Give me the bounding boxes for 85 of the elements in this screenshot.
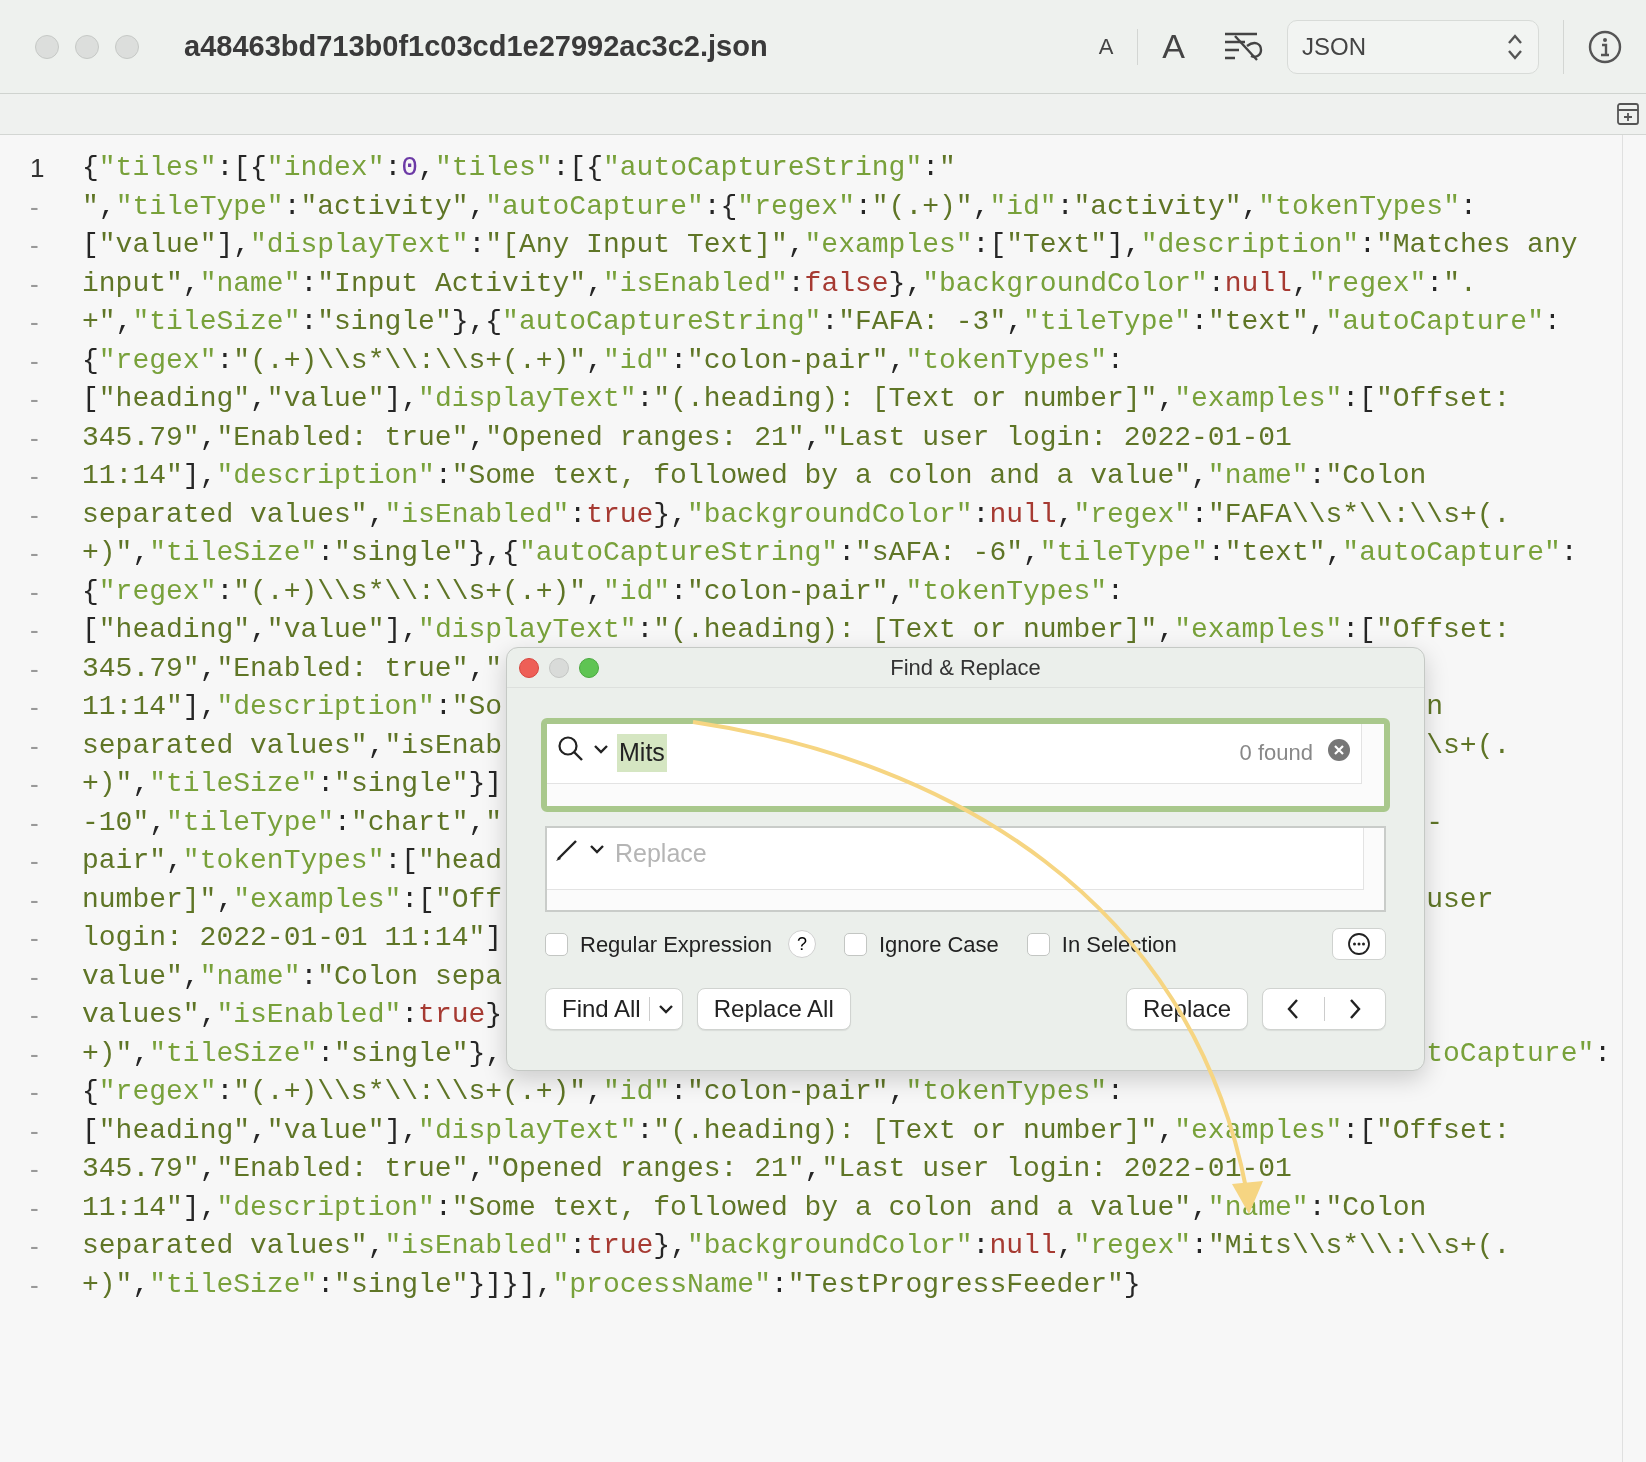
checkbox[interactable] [1026, 932, 1050, 956]
gutter-mark: - [29, 1076, 40, 1109]
code-line: ","tileType":"activity","autoCapture":{"regex":"(.+)","id":"activity","tokenTypes": [82, 190, 1477, 222]
code-line: pair","tokenTypes":["head [82, 845, 503, 876]
gutter-mark: - [29, 729, 40, 763]
code-line: +)","tileSize":"single"}, [82, 1036, 503, 1071]
gutter-mark: - [29, 460, 40, 493]
code-line: ["value"],"displayText":"[Any Input Text]","examples":["Text"],"description":"Matches any [82, 229, 1578, 260]
decrease-font-button[interactable]: A [1098, 30, 1114, 63]
gutter-mark: - [29, 1230, 40, 1263]
gutter-mark: - [29, 498, 40, 532]
checkbox-label[interactable]: Regular Expression [580, 927, 772, 961]
code-line: -10","tileType":"chart"," [82, 805, 503, 840]
code-line: ["heading","value"],"displayText":"(.heading): [Text or number]","examples":["Offset: [82, 614, 1511, 645]
code-line: separated values","isEnab [82, 728, 503, 763]
code-fragment: - [1426, 805, 1444, 840]
gutter-mark: - [29, 614, 40, 647]
code-line: 11:14"],"description":"So [82, 690, 503, 724]
dialog-title: Find & Replace [890, 654, 1041, 682]
code-line: {"regex":"(.+)\\s*\\:\\s+(.+)","id":"colon-pair","tokenTypes": [82, 1076, 1124, 1107]
window-title: a48463bd713b0f1c03cd1e27992ac3c2.json [184, 28, 768, 64]
code-line: +)","tileSize":"single"}]}],"processName":"TestProgressFeeder"} [82, 1268, 1141, 1300]
find-all-split-button[interactable]: Find All [545, 988, 683, 1030]
ellipsis-circle-icon[interactable] [1347, 932, 1371, 956]
gutter-mark: - [29, 845, 40, 878]
code-line: {"regex":"(.+)\\s*\\:\\s+(.+)","id":"colon-pair","tokenTypes": [82, 344, 1124, 376]
code-line: input","name":"Input Activity","isEnabled":false},"backgroundColor":null,"regex":". [82, 267, 1477, 299]
gutter-mark: - [29, 306, 40, 339]
code-line: login: 2022-01-01 11:14"] [82, 922, 503, 953]
gutter-mark: - [29, 691, 40, 724]
clear-icon[interactable] [1327, 738, 1351, 762]
gutter-mark: - [29, 1114, 40, 1148]
code-line: values","isEnabled":true} [82, 999, 503, 1030]
code-line: +","tileSize":"single"},{"autoCaptureString":"FAFA: -3","tileType":"text","autoCapture": [82, 306, 1561, 337]
gutter-mark: - [29, 768, 40, 801]
more-options-button[interactable] [1332, 928, 1386, 960]
gutter-mark: - [29, 1191, 40, 1225]
gutter-mark: - [29, 190, 40, 224]
gutter-mark: - [29, 229, 40, 262]
code-line: separated values","isEnabled":true},"backgroundColor":null,"regex":"FAFA\\s*\\:\\s+(. [82, 498, 1511, 530]
gutter-mark: - [29, 344, 40, 378]
replace-field[interactable]: Replace [547, 828, 1364, 890]
code-line: {"regex":"(.+)\\s*\\:\\s+(.+)","id":"colon-pair","tokenTypes": [82, 575, 1124, 607]
gutter-mark: - [29, 1268, 40, 1302]
dialog-button[interactable]: Replace All [696, 988, 851, 1030]
gutter-mark: - [29, 575, 40, 609]
code-fragment: toCapture": [1426, 1036, 1612, 1071]
match-count: 0 found [1239, 739, 1313, 767]
code-fragment: n [1426, 690, 1444, 724]
code-line: number]","examples":["Off [82, 882, 503, 917]
increase-font-button[interactable]: A [1162, 21, 1185, 72]
code-line: +)","tileSize":"single"},{"autoCaptureString":"sAFA: -6","tileType":"text","autoCapture": [82, 537, 1578, 568]
gutter-mark: - [29, 421, 40, 455]
gutter-mark: - [29, 806, 40, 840]
code-line: +)","tileSize":"single"}] [82, 768, 503, 799]
close-button[interactable] [519, 657, 539, 678]
search-field[interactable]: Mits 0 found [541, 718, 1390, 812]
code-line: 345.79","Enabled: true"," [82, 652, 503, 684]
code-line: separated values","isEnabled":true},"backgroundColor":null,"regex":"Mits\\s*\\:\\s+(. [82, 1230, 1511, 1261]
code-line: value","name":"Colon sepa [82, 960, 503, 992]
gutter-mark: - [29, 883, 40, 917]
gutter-mark: 1 [29, 152, 46, 185]
code-line: 345.79","Enabled: true","Opened ranges: 21","Last user login: 2022-01-01 [82, 421, 1292, 453]
gutter-mark: - [29, 1153, 40, 1186]
syntax-select[interactable]: JSON [1287, 19, 1539, 74]
code-line: 11:14"],"description":"Some text, followed by a colon and a value","name":"Colon [82, 460, 1427, 491]
gutter-mark: - [29, 960, 40, 994]
gutter-mark: - [29, 537, 40, 570]
gutter-mark: - [29, 922, 40, 955]
gutter-mark: - [29, 652, 40, 686]
panel-plus-icon[interactable] [1616, 102, 1640, 126]
checkbox[interactable] [844, 932, 867, 956]
code-fragment: \s+(. [1426, 728, 1511, 763]
gutter-mark: - [29, 1037, 40, 1071]
checkbox[interactable] [545, 932, 568, 956]
code-fragment: user [1426, 882, 1494, 917]
code-line: {"tiles":[{"index":0,"tiles":[{"autoCaptureString":" [82, 152, 956, 183]
info-icon[interactable] [1588, 29, 1622, 64]
gutter-mark: - [29, 999, 40, 1032]
help-button[interactable]: ? [788, 930, 816, 958]
checkbox-label[interactable]: In Selection [1061, 927, 1177, 961]
gutter-mark: - [29, 267, 40, 301]
checkbox-label[interactable]: Ignore Case [879, 927, 999, 961]
gutter-mark: - [29, 383, 40, 416]
code-line: ["heading","value"],"displayText":"(.heading): [Text or number]","examples":["Offset: [82, 383, 1511, 414]
